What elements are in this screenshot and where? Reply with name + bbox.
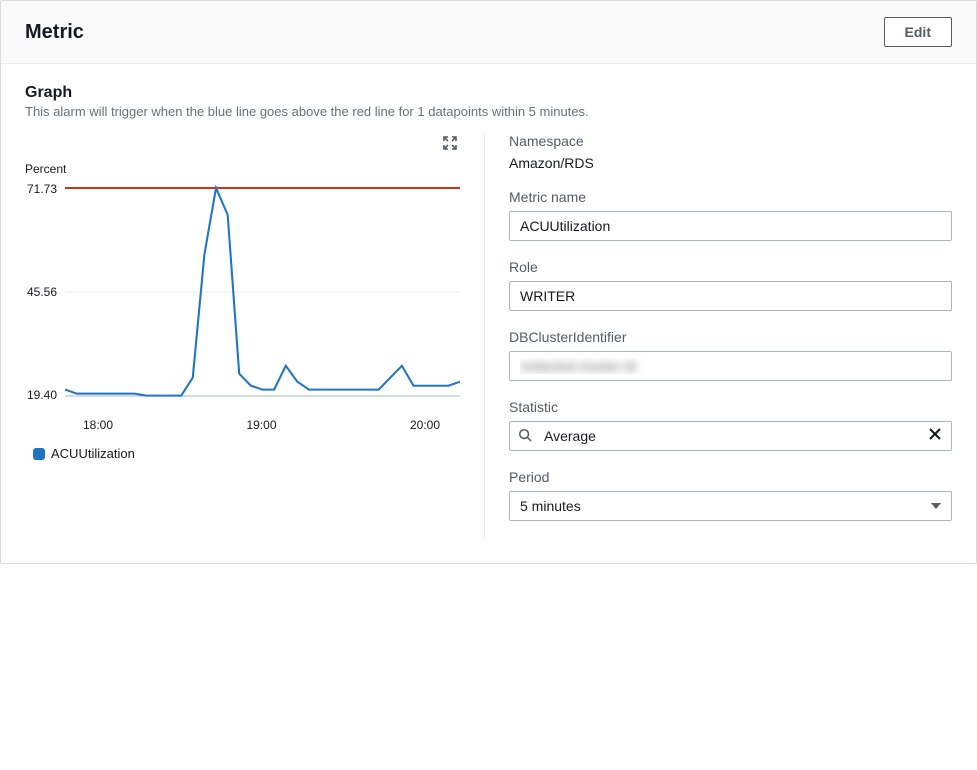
- metric-name-label: Metric name: [509, 189, 952, 205]
- x-tick: 18:00: [83, 418, 113, 432]
- x-tick: 20:00: [410, 418, 440, 432]
- chart-legend: ACUUtilization: [33, 446, 460, 461]
- x-axis-ticks: 18:00 19:00 20:00: [73, 418, 460, 432]
- search-icon: [510, 428, 540, 445]
- panel-title: Metric: [25, 21, 84, 44]
- namespace-value: Amazon/RDS: [509, 155, 952, 171]
- cluster-input[interactable]: [509, 351, 952, 381]
- chart-plot: [65, 182, 460, 402]
- expand-icon: [442, 135, 458, 151]
- metric-name-input[interactable]: [509, 211, 952, 241]
- content-row: Percent 71.73 45.56 19.40: [25, 133, 952, 539]
- panel-header: Metric Edit: [1, 1, 976, 64]
- chart-toolbar: [25, 133, 460, 156]
- close-icon: [929, 428, 941, 440]
- namespace-label: Namespace: [509, 133, 952, 149]
- statistic-combobox[interactable]: [509, 421, 952, 451]
- chart-column: Percent 71.73 45.56 19.40: [25, 133, 485, 539]
- legend-label: ACUUtilization: [51, 446, 135, 461]
- role-input[interactable]: [509, 281, 952, 311]
- statistic-label: Statistic: [509, 399, 952, 415]
- graph-description: This alarm will trigger when the blue li…: [25, 104, 952, 119]
- legend-swatch: [33, 448, 45, 460]
- panel-body: Graph This alarm will trigger when the b…: [1, 64, 976, 563]
- y-axis-label: Percent: [25, 162, 460, 176]
- namespace-group: Namespace Amazon/RDS: [509, 133, 952, 171]
- y-axis-ticks: 71.73 45.56 19.40: [25, 182, 65, 402]
- period-label: Period: [509, 469, 952, 485]
- y-tick: 71.73: [25, 182, 57, 196]
- y-tick: 19.40: [25, 388, 57, 402]
- chart-area: 71.73 45.56 19.40: [25, 182, 460, 412]
- chart-svg: [65, 182, 460, 402]
- y-tick: 45.56: [25, 285, 57, 299]
- form-column: Namespace Amazon/RDS Metric name Role DB…: [485, 133, 952, 539]
- cluster-label: DBClusterIdentifier: [509, 329, 952, 345]
- period-select[interactable]: 5 minutes: [509, 491, 952, 521]
- cluster-group: DBClusterIdentifier: [509, 329, 952, 381]
- statistic-group: Statistic: [509, 399, 952, 451]
- x-tick: 19:00: [246, 418, 276, 432]
- metric-panel: Metric Edit Graph This alarm will trigge…: [0, 0, 977, 564]
- clear-statistic-button[interactable]: [919, 427, 951, 445]
- statistic-input[interactable]: [540, 422, 919, 450]
- graph-section-title: Graph: [25, 84, 952, 102]
- period-group: Period 5 minutes: [509, 469, 952, 521]
- edit-button[interactable]: Edit: [884, 17, 952, 47]
- metric-name-group: Metric name: [509, 189, 952, 241]
- role-label: Role: [509, 259, 952, 275]
- expand-chart-button[interactable]: [440, 133, 460, 156]
- chevron-down-icon: [931, 498, 941, 514]
- period-value: 5 minutes: [520, 498, 931, 514]
- role-group: Role: [509, 259, 952, 311]
